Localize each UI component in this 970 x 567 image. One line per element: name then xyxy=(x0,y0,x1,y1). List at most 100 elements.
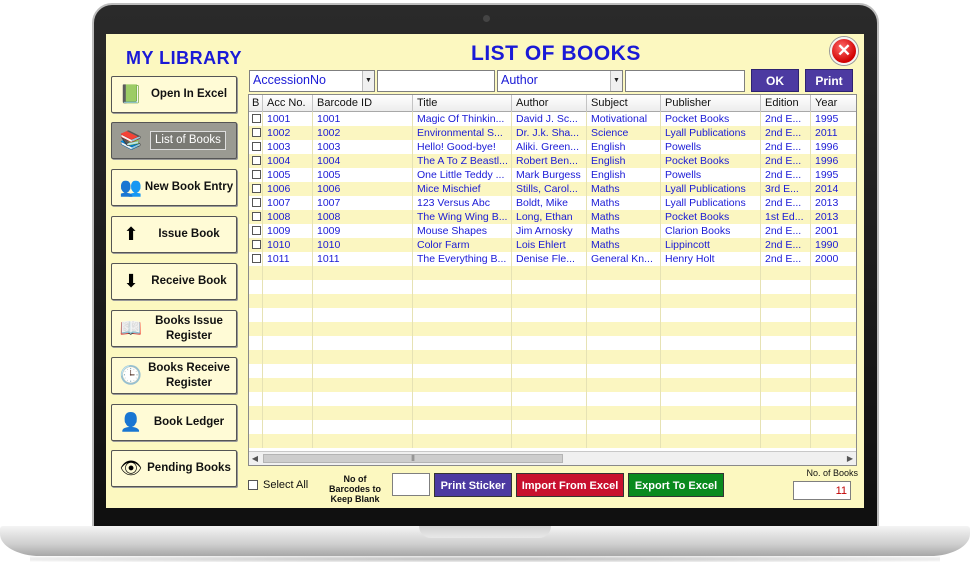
table-cell: 1996 xyxy=(811,154,856,168)
laptop-shadow xyxy=(30,556,940,562)
table-cell: 1011 xyxy=(263,252,313,266)
horizontal-scrollbar[interactable]: ◀ ⦀ ▶ xyxy=(249,451,856,465)
table-cell xyxy=(413,406,512,420)
table-row[interactable]: 1006 1006 Mice Mischief Stills, Carol... Mat… xyxy=(249,182,856,196)
table-row[interactable]: 1004 1004 The A To Z Beastl... Robert Ben..… xyxy=(249,154,856,168)
import-from-excel-button[interactable]: Import From Excel xyxy=(516,473,624,497)
table-cell xyxy=(661,336,761,350)
row-select-cell xyxy=(249,196,263,210)
table-cell xyxy=(413,266,512,280)
table-row[interactable]: 1008 1008 The Wing Wing B... Long, Ethan Mat… xyxy=(249,210,856,224)
sidebar-item-receive-book[interactable]: ⬇ Receive Book xyxy=(111,263,237,300)
table-cell: Maths xyxy=(587,182,661,196)
row-checkbox[interactable] xyxy=(252,142,261,151)
table-cell xyxy=(661,308,761,322)
filter-field1-select[interactable]: AccessionNo ▼ xyxy=(249,70,375,92)
table-cell xyxy=(313,322,413,336)
table-cell xyxy=(761,350,811,364)
table-cell: Henry Holt xyxy=(661,252,761,266)
filter-field1-input[interactable] xyxy=(377,70,495,92)
column-header[interactable]: B xyxy=(249,95,263,112)
filter-field2-select[interactable]: Author ▼ xyxy=(497,70,623,92)
column-header[interactable]: Subject xyxy=(587,95,661,112)
table-cell xyxy=(512,420,587,434)
table-cell xyxy=(587,392,661,406)
sidebar-item-open-in-excel[interactable]: 📗 Open In Excel xyxy=(111,76,237,113)
column-header[interactable]: Title xyxy=(413,95,512,112)
receive-arrow-icon: ⬇ xyxy=(123,271,139,291)
table-cell xyxy=(313,378,413,392)
table-cell xyxy=(811,322,856,336)
sidebar-item-issue-book[interactable]: ⬆ Issue Book xyxy=(111,216,237,253)
scroll-left-icon[interactable]: ◀ xyxy=(249,452,261,465)
print-button[interactable]: Print xyxy=(805,69,853,92)
select-all-checkbox[interactable]: Select All xyxy=(248,479,308,491)
table-row[interactable]: 1002 1002 Environmental S... Dr. J.k. Sha..… xyxy=(249,126,856,140)
filter-field2-input[interactable] xyxy=(625,70,745,92)
table-cell xyxy=(587,406,661,420)
sidebar-item-list-of-books[interactable]: 📚 List of Books xyxy=(111,122,237,159)
table-row[interactable]: 1011 1011 The Everything B... Denise Fle...… xyxy=(249,252,856,266)
column-header[interactable]: Acc No. xyxy=(263,95,313,112)
table-cell: Magic Of Thinkin... xyxy=(413,112,512,126)
table-row[interactable]: 1009 1009 Mouse Shapes Jim Arnosky Maths Clar… xyxy=(249,224,856,238)
table-cell xyxy=(313,294,413,308)
row-select-cell xyxy=(249,280,263,294)
table-cell: 1005 xyxy=(263,168,313,182)
table-cell xyxy=(413,420,512,434)
barcode-blank-input[interactable] xyxy=(392,473,430,496)
sidebar-item-book-ledger[interactable]: 👤 Book Ledger xyxy=(111,404,237,441)
table-cell: Mice Mischief xyxy=(413,182,512,196)
row-select-cell xyxy=(249,224,263,238)
row-checkbox[interactable] xyxy=(252,184,261,193)
table-cell: 2nd E... xyxy=(761,252,811,266)
table-row[interactable]: 1007 1007 123 Versus Abc Boldt, Mike Maths Ly… xyxy=(249,196,856,210)
column-header[interactable]: Author xyxy=(512,95,587,112)
scroll-thumb[interactable]: ⦀ xyxy=(263,454,563,463)
row-checkbox[interactable] xyxy=(252,212,261,221)
row-checkbox[interactable] xyxy=(252,226,261,235)
sidebar-item-books-receive-register[interactable]: 🕒 Books Receive Register xyxy=(111,357,237,394)
row-checkbox[interactable] xyxy=(252,198,261,207)
table-cell xyxy=(263,434,313,448)
print-sticker-button[interactable]: Print Sticker xyxy=(434,473,512,497)
row-checkbox[interactable] xyxy=(252,156,261,165)
clock-icon: 🕒 xyxy=(119,365,143,385)
table-row[interactable]: 1010 1010 Color Farm Lois Ehlert Maths Lippin… xyxy=(249,238,856,252)
table-cell: 1995 xyxy=(811,168,856,182)
table-cell: 2014 xyxy=(811,182,856,196)
sidebar-item-books-issue-register[interactable]: 📖 Books Issue Register xyxy=(111,310,237,347)
column-header[interactable]: Barcode ID xyxy=(313,95,413,112)
table-cell: 2nd E... xyxy=(761,140,811,154)
ok-button[interactable]: OK xyxy=(751,69,799,92)
row-checkbox[interactable] xyxy=(252,254,261,263)
sidebar-item-new-book-entry[interactable]: 👥 New Book Entry xyxy=(111,169,237,206)
scroll-right-icon[interactable]: ▶ xyxy=(844,452,856,465)
row-checkbox[interactable] xyxy=(252,114,261,123)
close-button[interactable]: ✕ xyxy=(830,37,858,65)
table-cell xyxy=(587,420,661,434)
table-cell xyxy=(761,406,811,420)
table-row[interactable]: 1003 1003 Hello! Good-bye! Aliki. Green... E… xyxy=(249,140,856,154)
table-cell xyxy=(587,280,661,294)
table-cell xyxy=(313,280,413,294)
column-header[interactable]: Edition xyxy=(761,95,811,112)
table-cell: 1990 xyxy=(811,238,856,252)
row-select-cell xyxy=(249,322,263,336)
export-to-excel-button[interactable]: Export To Excel xyxy=(628,473,724,497)
column-header[interactable]: Publisher xyxy=(661,95,761,112)
table-cell: Denise Fle... xyxy=(512,252,587,266)
table-row[interactable]: 1001 1001 Magic Of Thinkin... David J. Sc..… xyxy=(249,112,856,126)
table-cell: 1996 xyxy=(811,140,856,154)
table-row[interactable]: 1005 1005 One Little Teddy ... Mark Burgess… xyxy=(249,168,856,182)
row-checkbox[interactable] xyxy=(252,240,261,249)
row-checkbox[interactable] xyxy=(252,170,261,179)
column-header[interactable]: Year xyxy=(811,95,856,112)
table-cell: 1004 xyxy=(313,154,413,168)
sidebar-item-pending-books[interactable]: 👁 Pending Books xyxy=(111,450,237,487)
table-cell xyxy=(263,350,313,364)
table-cell xyxy=(661,294,761,308)
table-row xyxy=(249,266,856,280)
row-checkbox[interactable] xyxy=(252,128,261,137)
table-cell xyxy=(263,392,313,406)
